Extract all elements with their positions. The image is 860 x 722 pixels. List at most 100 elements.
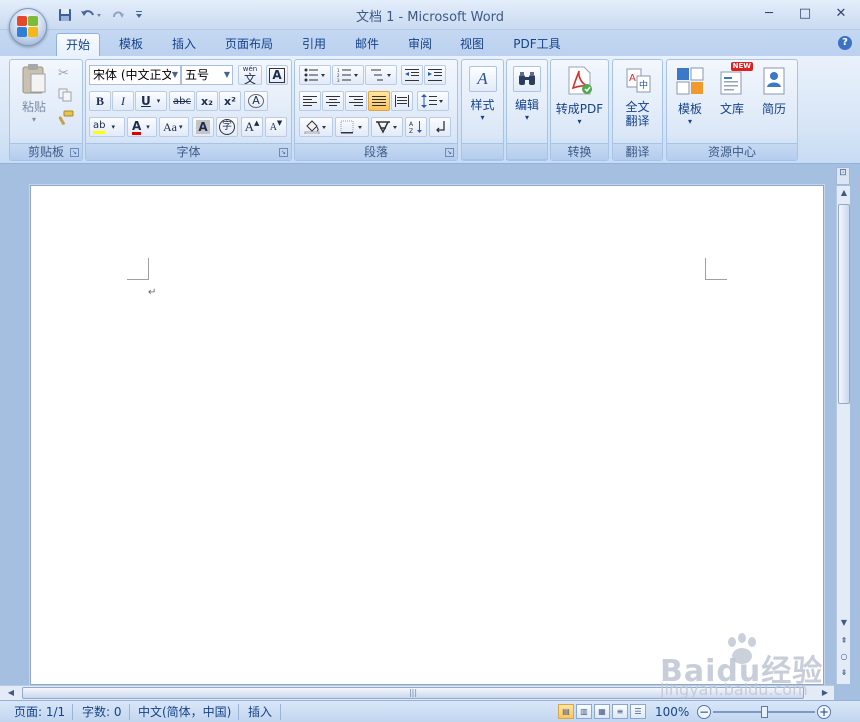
change-case-button[interactable]: Aa ▾: [159, 117, 189, 137]
shrink-font-button[interactable]: A ▼: [265, 117, 287, 137]
template-dropdown-icon[interactable]: ▾: [688, 117, 692, 126]
bold-button[interactable]: B: [89, 91, 111, 111]
previous-page-icon[interactable]: ⇞: [837, 634, 851, 648]
decrease-indent-button[interactable]: [401, 65, 423, 85]
bullets-button[interactable]: [299, 65, 331, 85]
tab-references[interactable]: 引用: [292, 33, 336, 56]
status-language[interactable]: 中文(简体，中国): [138, 704, 231, 720]
subscript-button[interactable]: x₂: [196, 91, 218, 111]
font-name-dropdown-icon[interactable]: ▼: [172, 66, 178, 84]
zoom-level[interactable]: 100%: [655, 704, 689, 720]
template-button[interactable]: 模板 ▾: [669, 66, 711, 126]
status-separator: [129, 704, 130, 720]
numbering-button[interactable]: 123: [332, 65, 364, 85]
scroll-down-icon[interactable]: ▼: [837, 616, 851, 630]
clear-formatting-button[interactable]: A: [244, 91, 268, 111]
select-browse-object-icon[interactable]: ○: [837, 650, 851, 664]
format-painter-icon[interactable]: [58, 110, 74, 129]
vertical-scroll-thumb[interactable]: [838, 204, 850, 404]
tab-insert[interactable]: 插入: [162, 33, 206, 56]
borders-icon: [340, 120, 362, 134]
chinese-layout-button[interactable]: [371, 117, 403, 137]
zoom-slider-knob[interactable]: [760, 706, 768, 718]
shading-button[interactable]: [299, 117, 333, 137]
line-spacing-button[interactable]: [417, 91, 449, 111]
phonetic-guide-button[interactable]: wén 文: [238, 65, 262, 85]
cut-icon[interactable]: ✂: [58, 66, 69, 81]
font-size-combobox[interactable]: 五号 ▼: [181, 65, 233, 85]
enclose-characters-button[interactable]: 字: [216, 117, 238, 137]
office-button[interactable]: [9, 8, 47, 46]
zoom-slider[interactable]: [713, 706, 815, 718]
tab-pdf-tools[interactable]: PDF工具: [505, 33, 569, 56]
copy-icon[interactable]: [58, 88, 72, 105]
vertical-scrollbar[interactable]: ▲ ▼ ⇞ ○ ⇟: [836, 186, 850, 684]
next-page-icon[interactable]: ⇟: [837, 666, 851, 680]
resume-button[interactable]: 简历: [753, 66, 795, 117]
character-shading-button[interactable]: A: [192, 117, 214, 137]
borders-button[interactable]: [335, 117, 369, 137]
outline-view-icon[interactable]: ≡: [612, 704, 628, 719]
tab-review[interactable]: 审阅: [398, 33, 442, 56]
character-border-button[interactable]: A: [266, 65, 288, 85]
library-button[interactable]: NEW 文库: [711, 62, 753, 117]
clipboard-launcher-icon[interactable]: ↘: [70, 148, 79, 157]
paste-button[interactable]: 粘贴 ▾: [16, 64, 52, 124]
full-screen-reading-view-icon[interactable]: ▥: [576, 704, 592, 719]
editing-button[interactable]: 编辑 ▾: [507, 66, 547, 122]
minimize-button[interactable]: ─: [758, 4, 780, 24]
tab-view[interactable]: 视图: [450, 33, 494, 56]
highlight-dropdown-icon[interactable]: ▾: [111, 123, 115, 131]
zoom-in-icon[interactable]: +: [817, 705, 831, 719]
font-name-combobox[interactable]: 宋体 (中文正文 ▼: [89, 65, 181, 85]
print-layout-view-icon[interactable]: ▤: [558, 704, 574, 719]
tab-home[interactable]: 开始: [56, 33, 100, 56]
shading-icon: [304, 120, 326, 134]
align-center-button[interactable]: [322, 91, 344, 111]
tab-page-layout[interactable]: 页面布局: [218, 33, 280, 56]
convert-dropdown-icon[interactable]: ▾: [577, 117, 581, 126]
web-layout-view-icon[interactable]: ▦: [594, 704, 610, 719]
convert-to-pdf-button[interactable]: 转成PDF ▾: [551, 66, 608, 126]
font-launcher-icon[interactable]: ↘: [279, 148, 288, 157]
distributed-button[interactable]: [391, 91, 413, 111]
show-hide-marks-button[interactable]: [429, 117, 451, 137]
paragraph-launcher-icon[interactable]: ↘: [445, 148, 454, 157]
close-button[interactable]: ✕: [830, 4, 852, 24]
italic-button[interactable]: I: [112, 91, 134, 111]
styles-button[interactable]: A 样式 ▾: [462, 66, 503, 122]
underline-dropdown-icon[interactable]: ▾: [157, 97, 161, 105]
full-text-translate-button[interactable]: A中 全文 翻译: [613, 66, 662, 128]
view-ruler-icon[interactable]: ⊡: [836, 167, 850, 185]
zoom-out-icon[interactable]: −: [697, 705, 711, 719]
tab-mailings[interactable]: 邮件: [345, 33, 389, 56]
align-right-button[interactable]: [345, 91, 367, 111]
status-page[interactable]: 页面: 1/1: [14, 704, 65, 720]
help-icon[interactable]: ?: [838, 36, 852, 50]
editing-dropdown-icon[interactable]: ▾: [525, 113, 529, 122]
styles-dropdown-icon[interactable]: ▾: [480, 113, 484, 122]
paste-dropdown-icon[interactable]: ▾: [32, 115, 36, 124]
sort-button[interactable]: AZ: [405, 117, 427, 137]
font-color-dropdown-icon[interactable]: ▾: [146, 123, 150, 131]
multilevel-list-button[interactable]: [365, 65, 397, 85]
strikethrough-button[interactable]: abc: [169, 91, 195, 111]
underline-button[interactable]: U ▾: [135, 91, 167, 111]
tab-template[interactable]: 模板: [108, 33, 154, 56]
font-color-button[interactable]: A ▾: [127, 117, 157, 137]
status-insert-mode[interactable]: 插入: [248, 704, 272, 720]
draft-view-icon[interactable]: ☰: [630, 704, 646, 719]
justify-button[interactable]: [368, 91, 390, 111]
document-page[interactable]: [30, 185, 824, 685]
scroll-left-icon[interactable]: ◀: [4, 686, 18, 700]
change-case-dropdown-icon[interactable]: ▾: [179, 123, 183, 131]
highlight-button[interactable]: ab ▾: [89, 117, 125, 137]
scroll-up-icon[interactable]: ▲: [837, 186, 851, 200]
superscript-button[interactable]: x²: [219, 91, 241, 111]
maximize-button[interactable]: □: [794, 4, 816, 24]
font-size-dropdown-icon[interactable]: ▼: [224, 66, 230, 84]
align-left-button[interactable]: [299, 91, 321, 111]
increase-indent-button[interactable]: [424, 65, 446, 85]
status-word-count[interactable]: 字数: 0: [82, 704, 122, 720]
grow-font-button[interactable]: A ▲: [241, 117, 263, 137]
